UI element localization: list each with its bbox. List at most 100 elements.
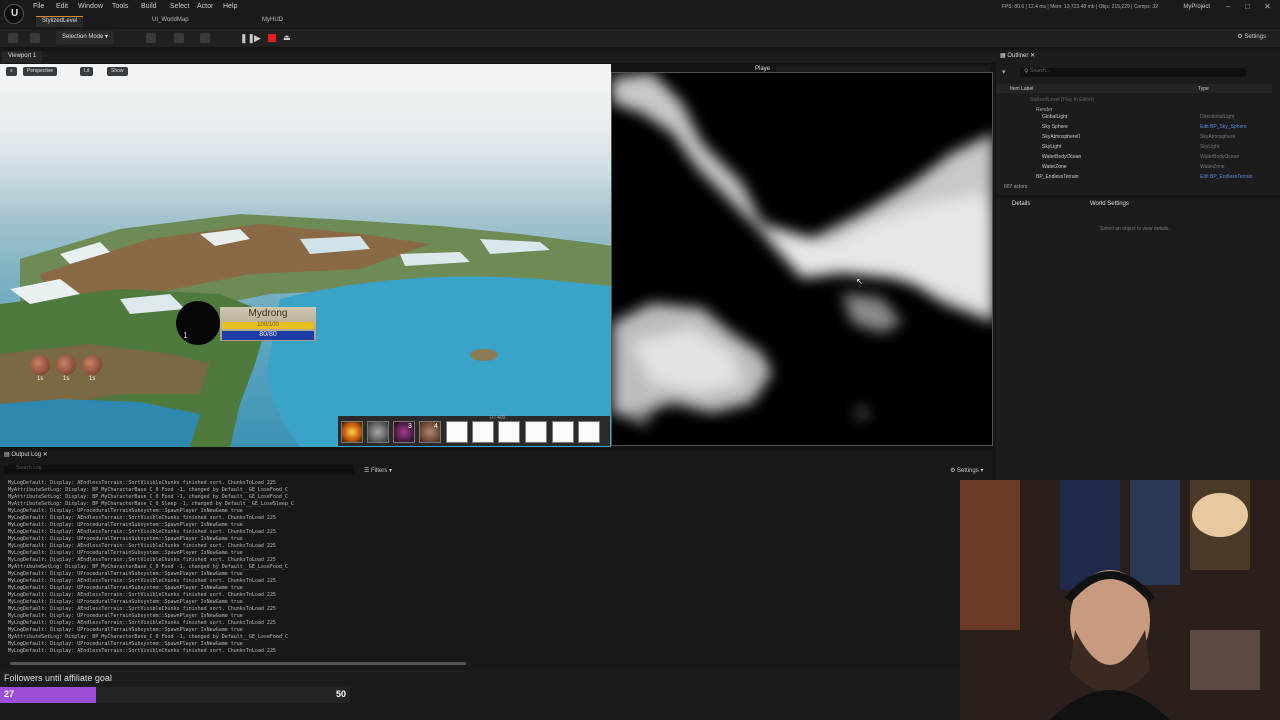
search-icon: ⚲ (1024, 69, 1029, 75)
log-line: MyLogDefault: Display: UProceduralTerrai… (8, 508, 243, 514)
log-line: MyLogDefault: Display: UProceduralTerrai… (8, 550, 243, 556)
tab-viewport-1[interactable]: Viewport 1 (2, 51, 43, 63)
selection-mode-dropdown[interactable]: Selection Mode ▾ (56, 31, 115, 44)
settings-label: Settings (1244, 34, 1266, 40)
show-button[interactable]: Show (107, 67, 128, 76)
webcam-scene (960, 480, 1280, 720)
viewport-options-icon[interactable]: ≡ (6, 67, 17, 76)
log-line: MyLogDefault: Display: AEndlessTerrain::… (8, 592, 276, 598)
tab-ui-worldmap[interactable]: UI_WorldMap (146, 16, 195, 27)
outliner-type: WaterBodyOcean (1200, 154, 1240, 160)
pause-icon[interactable]: ❚❚ (240, 33, 255, 44)
hotbar-slot-empty[interactable] (525, 421, 547, 443)
outliner-row[interactable]: Render (1036, 107, 1266, 113)
mouse-cursor-icon: ↖ (856, 277, 863, 286)
level-viewport[interactable]: ≡ Perspective Lit Show (0, 64, 611, 447)
outliner-row[interactable]: SkyLight (1042, 144, 1272, 150)
hotbar-slot-empty[interactable] (446, 421, 468, 443)
menu-window[interactable]: Window (78, 3, 103, 10)
food-status-icon (82, 355, 102, 375)
hotbar-slot-empty[interactable] (578, 421, 600, 443)
maximize-icon[interactable]: □ (1245, 2, 1250, 11)
outliner-row[interactable]: GlobalLight (1042, 114, 1272, 120)
tab-stylizedlevel[interactable]: StylizedLevel (36, 16, 84, 27)
outliner-row[interactable]: WaterZone (1042, 164, 1272, 170)
unreal-logo-icon[interactable]: U (4, 4, 24, 24)
menu-file[interactable]: File (33, 3, 44, 10)
perspective-button[interactable]: Perspective (23, 67, 58, 76)
webcam-feed (960, 480, 1280, 720)
log-line: MyLogDefault: Display: UProceduralTerrai… (8, 613, 243, 619)
log-search-input[interactable]: Search Log (4, 465, 354, 474)
minimize-icon[interactable]: – (1226, 2, 1230, 11)
outliner-type: DirectionalLight (1200, 114, 1235, 120)
hotbar-slot-gear[interactable] (367, 421, 389, 443)
outliner-type: SkyLight (1200, 144, 1220, 150)
save-icon[interactable] (8, 33, 18, 43)
log-line: MyAttributeSetLog: Display: BP_MyCharact… (8, 564, 288, 570)
menu-actor[interactable]: Actor (197, 3, 213, 10)
log-lines: MyLogDefault: Display: AEndlessTerrain::… (8, 480, 968, 664)
eject-icon[interactable]: ⏏ (283, 33, 291, 42)
tab-details[interactable]: Details (1012, 201, 1030, 207)
tab-outliner[interactable]: ▦ Outliner ✕ (1000, 52, 1035, 59)
horizontal-scrollbar[interactable] (10, 662, 466, 665)
add-actor-icon[interactable] (146, 33, 156, 43)
menu-help[interactable]: Help (223, 3, 237, 10)
menu-select[interactable]: Select (170, 3, 189, 10)
outliner-tab-label: Outliner (1007, 53, 1029, 59)
hotbar-slot-empty[interactable] (498, 421, 520, 443)
stop-icon[interactable] (268, 34, 276, 42)
hotbar-slot-empty[interactable] (552, 421, 574, 443)
tab-output-log[interactable]: ▤ Output Log ✕ (4, 451, 48, 458)
menu-tools[interactable]: Tools (112, 3, 128, 10)
outliner-type: WaterZone (1200, 164, 1225, 170)
cinematics-icon[interactable] (200, 33, 210, 43)
outliner-row[interactable]: StylizedLevel (Play In Editor) (1030, 97, 1260, 103)
filters-label: Filters (371, 468, 388, 474)
lit-label: Lit (84, 68, 90, 74)
filters-dropdown[interactable]: ☰ Filters ▾ (364, 467, 392, 474)
terrain-scene (0, 214, 611, 447)
outliner-type-link[interactable]: Edit BP_Sky_Sphere (1200, 124, 1247, 130)
status-timer: 1s (89, 376, 96, 382)
log-line: MyLogDefault: Display: UProceduralTerrai… (8, 571, 243, 577)
lit-button[interactable]: Lit (80, 67, 94, 76)
filter-icon[interactable]: ▾ (1002, 68, 1006, 76)
mana-text: 80/80 (259, 331, 277, 338)
status-timer: 1s (63, 376, 70, 382)
outliner-type-link[interactable]: Edit BP_EndlessTerrain (1200, 174, 1253, 180)
log-line: MyLogDefault: Display: AEndlessTerrain::… (8, 515, 276, 521)
content-icon[interactable] (30, 33, 40, 43)
outliner-row[interactable]: SkyAtmosphere0 (1042, 134, 1272, 140)
hotbar-slot-empty[interactable] (472, 421, 494, 443)
heightmap-view[interactable]: ↖ (611, 72, 993, 446)
log-line: MyAttributeSetLog: Display: BP_MyCharact… (8, 487, 288, 493)
status-timer: 1s (37, 376, 44, 382)
blueprint-icon[interactable] (174, 33, 184, 43)
menu-edit[interactable]: Edit (56, 3, 68, 10)
tab-world-settings[interactable]: World Settings (1090, 201, 1129, 207)
details-empty-text: Select an object to view details. (1100, 226, 1170, 232)
hotbar-slot-fire[interactable] (341, 421, 363, 443)
perspective-label: Perspective (27, 68, 54, 74)
perf-stats: FPS: 80.6 | 12.4 ms | Mem: 13,723.48 mb … (1001, 4, 1158, 10)
outliner-search-input[interactable]: Search... (1020, 68, 1246, 77)
food-status-icon (56, 355, 76, 375)
log-line: MyLogDefault: Display: AEndlessTerrain::… (8, 578, 276, 584)
log-settings-button[interactable]: ⚙ Settings ▾ (950, 467, 983, 474)
tab-myhud[interactable]: MyHUD (256, 16, 289, 27)
show-label: Show (111, 68, 124, 74)
details-panel (996, 198, 1280, 480)
close-icon[interactable]: ✕ (1264, 2, 1271, 11)
settings-button[interactable]: ⚙ Settings (1237, 33, 1266, 40)
hotbar-count: 4 (434, 423, 438, 430)
outliner-column-header (996, 84, 1272, 93)
column-item-label[interactable]: Item Label (1010, 86, 1033, 92)
log-line: MyLogDefault: Display: AEndlessTerrain::… (8, 529, 276, 535)
noise-heightmap (612, 73, 992, 426)
frame-skip-icon[interactable]: ▶ (254, 33, 261, 44)
column-type[interactable]: Type (1198, 86, 1209, 92)
output-log-tab-label: Output Log (11, 452, 42, 458)
menu-build[interactable]: Build (141, 3, 157, 10)
